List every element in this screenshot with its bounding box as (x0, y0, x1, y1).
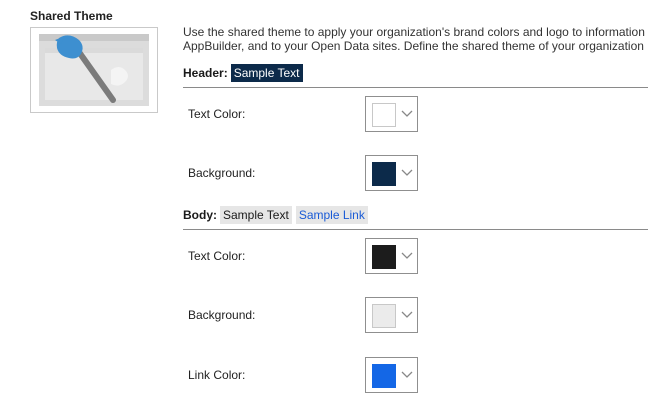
body-background-label: Background: (188, 308, 256, 322)
shared-theme-description: Use the shared theme to apply your organ… (183, 25, 648, 53)
header-group-label: Header: Sample Text (183, 63, 303, 83)
header-background-color-picker[interactable] (365, 155, 418, 191)
body-link-color-picker[interactable] (365, 357, 418, 393)
chevron-down-icon (401, 252, 413, 259)
chevron-down-icon (401, 110, 413, 117)
body-text-color-label: Text Color: (188, 249, 246, 263)
body-link-color-label: Link Color: (188, 368, 246, 382)
section-title: Shared Theme (30, 9, 113, 23)
body-background-color-picker[interactable] (365, 297, 418, 333)
header-background-swatch (372, 162, 396, 186)
body-text-color-picker[interactable] (365, 238, 418, 274)
body-group-label: Body: Sample Text Sample Link (183, 205, 368, 225)
body-link-color-swatch (372, 364, 396, 388)
body-text-color-swatch (372, 245, 396, 269)
body-divider (183, 229, 648, 230)
header-text-color-swatch (372, 103, 396, 127)
header-divider (183, 87, 648, 88)
body-sample-text: Sample Text (220, 206, 292, 224)
description-line-1: Use the shared theme to apply your organ… (183, 25, 645, 39)
chevron-down-icon (401, 311, 413, 318)
description-line-2: AppBuilder, and to your Open Data sites.… (183, 39, 648, 53)
header-background-label: Background: (188, 166, 256, 180)
chevron-down-icon (401, 169, 413, 176)
header-label: Header: (183, 66, 228, 80)
theme-thumbnail (30, 27, 158, 113)
body-sample-link[interactable]: Sample Link (295, 206, 368, 224)
header-sample-text: Sample Text (230, 64, 303, 82)
chevron-down-icon (401, 371, 413, 378)
header-text-color-label: Text Color: (188, 107, 246, 121)
header-text-color-picker[interactable] (365, 96, 418, 132)
theme-paintbrush-thumbnail-icon (39, 34, 149, 106)
body-label: Body: (183, 208, 217, 222)
body-background-swatch (372, 304, 396, 328)
